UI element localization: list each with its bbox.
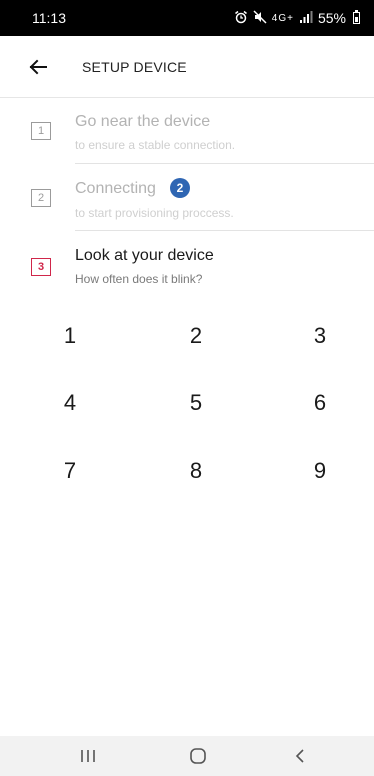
4g-icon: 4G+	[271, 12, 294, 24]
step-number: 2	[31, 189, 51, 207]
system-nav-bar	[0, 736, 374, 776]
key-3[interactable]: 3	[290, 316, 350, 356]
step-subtitle: to ensure a stable connection.	[75, 138, 236, 152]
step-title: Go near the device	[75, 113, 211, 130]
key-9[interactable]: 9	[290, 451, 350, 491]
key-2[interactable]: 2	[166, 316, 226, 356]
status-bar: 11:13 4G+ 55%	[0, 0, 374, 36]
step-title-text: Connecting	[75, 180, 156, 197]
step-title: Connecting 2	[75, 178, 190, 198]
app-bar: SETUP DEVICE	[0, 36, 374, 98]
step-2: 2 Connecting 2 to start provisioning proc…	[0, 164, 374, 231]
step-title: Look at your device	[75, 247, 214, 264]
signal-icon	[299, 10, 313, 26]
key-6[interactable]: 6	[290, 383, 350, 423]
status-indicators: 4G+ 55%	[234, 9, 360, 27]
recent-apps-button[interactable]	[58, 736, 118, 776]
battery-percent: 55%	[317, 10, 346, 26]
key-7[interactable]: 7	[40, 451, 100, 491]
home-icon	[190, 748, 206, 764]
step-number: 3	[31, 258, 51, 276]
step-badge: 2	[169, 178, 190, 198]
step-subtitle: How often does it blink?	[75, 272, 203, 286]
alarm-icon	[234, 10, 248, 27]
status-time: 11:13	[32, 10, 66, 26]
mute-icon	[253, 9, 267, 27]
step-1: 1 Go near the device to ensure a stable …	[0, 98, 374, 164]
key-4[interactable]: 4	[40, 383, 100, 423]
home-button[interactable]	[168, 736, 228, 776]
battery-icon	[353, 10, 360, 24]
page-title: SETUP DEVICE	[82, 58, 187, 75]
step-3: 3 Look at your device How often does it …	[0, 231, 374, 297]
key-5[interactable]: 5	[166, 383, 226, 423]
back-nav-button[interactable]	[270, 736, 330, 776]
back-icon	[295, 749, 304, 763]
key-1[interactable]: 1	[40, 316, 100, 356]
key-8[interactable]: 8	[166, 451, 226, 491]
recent-apps-icon	[81, 750, 95, 762]
step-subtitle: to start provisioning proccess.	[75, 206, 234, 220]
step-number: 1	[31, 122, 51, 140]
back-button[interactable]	[14, 43, 62, 91]
arrow-left-icon	[29, 59, 47, 74]
